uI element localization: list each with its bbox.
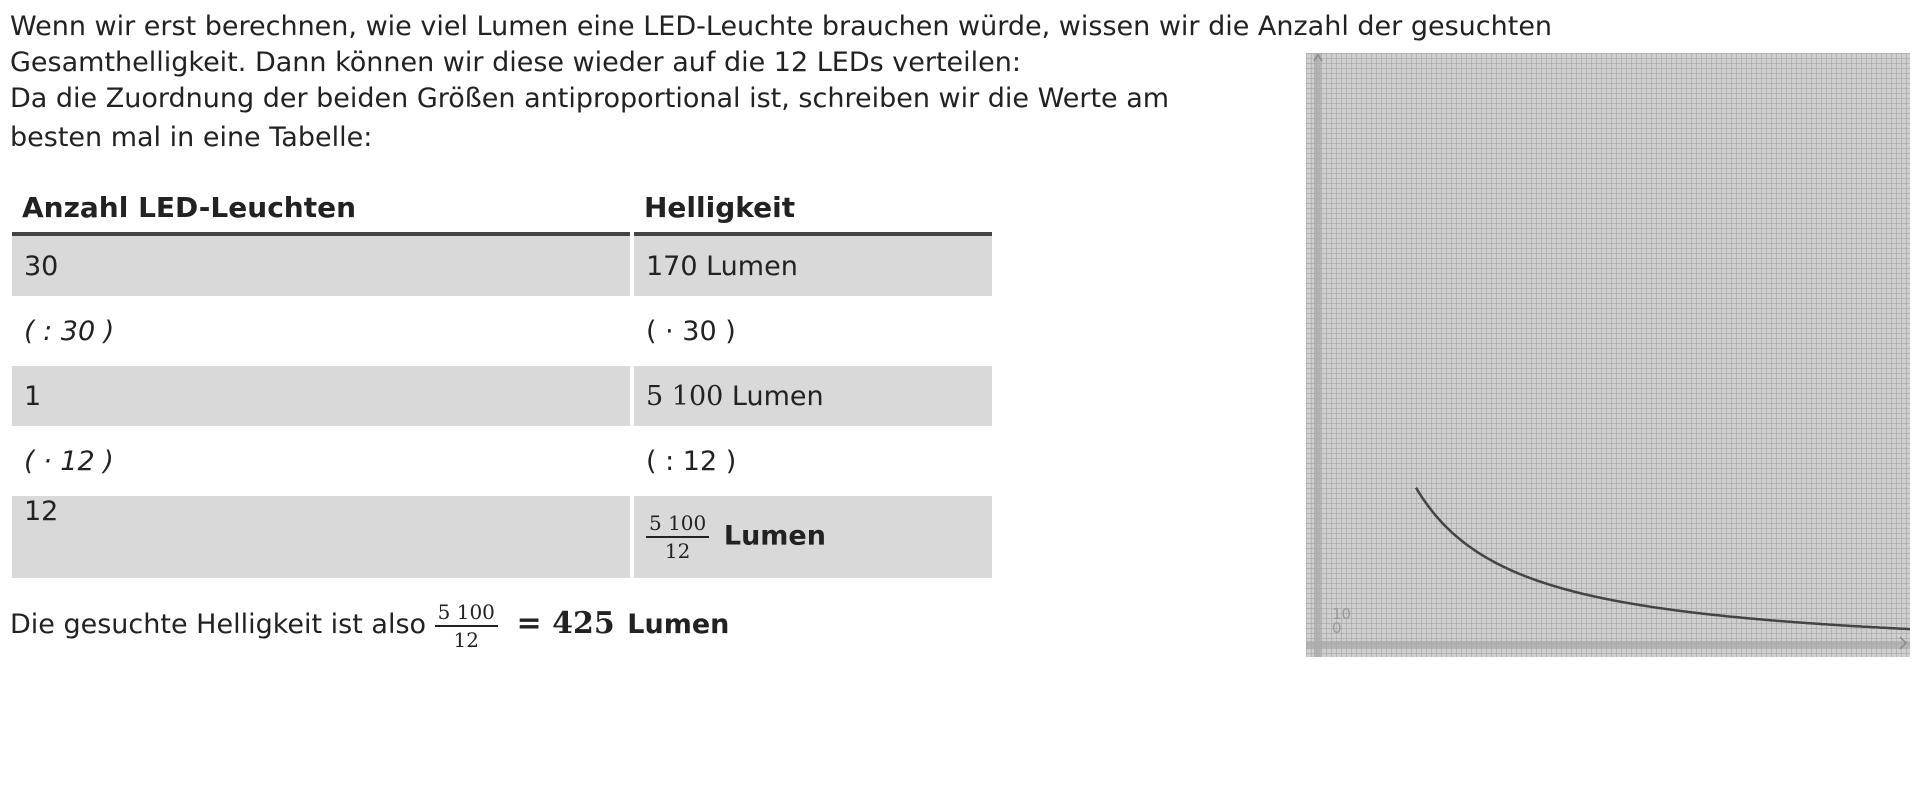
brightness-value: 5 100 <box>646 380 724 412</box>
intro-line-4: besten mal in eine Tabelle: <box>10 122 373 153</box>
y-axis <box>1314 53 1321 657</box>
intro-line-2: Gesamthelligkeit. Dann können wir diese … <box>10 47 1021 78</box>
cell-led-count: 1 <box>12 366 630 426</box>
intro-line-1: Wenn wir erst berechnen, wie viel Lumen … <box>10 11 1553 42</box>
table-row: ( · 12 ) ( : 12 ) <box>12 426 992 496</box>
hyperbola-curve <box>1414 487 1910 631</box>
intro-line-3: Da die Zuordnung der beiden Größen antip… <box>10 83 1170 114</box>
brightness-fraction: 5 100 12 <box>646 511 710 563</box>
fraction-numerator: 5 100 <box>646 511 710 538</box>
cell-led-count: 30 <box>12 236 630 296</box>
conclusion-fraction: 5 100 12 <box>434 600 498 652</box>
cell-operation: ( : 12 ) <box>646 445 737 477</box>
table-row: ( : 30 ) ( · 30 ) <box>12 296 992 366</box>
brightness-unit: Lumen <box>723 520 826 552</box>
fraction-numerator: 5 100 <box>434 600 498 627</box>
conclusion-sentence: Die gesuchte Helligkeit ist also 5 100 1… <box>10 598 729 652</box>
cell-brightness: 5 100 Lumen <box>634 366 992 426</box>
conclusion-result: = 425 <box>516 606 615 641</box>
cell-operation: ( · 30 ) <box>646 315 736 347</box>
hyperbola-graph: 10 0 <box>1306 53 1910 657</box>
x-axis <box>1306 641 1910 648</box>
cell-operation: ( : 30 ) <box>24 315 115 347</box>
conclusion-unit: Lumen <box>627 609 730 640</box>
cell-operation: ( · 12 ) <box>24 445 114 477</box>
graph-svg: 10 0 <box>1306 53 1910 657</box>
header-led-count: Anzahl LED-Leuchten <box>12 180 630 236</box>
proportion-table: Anzahl LED-Leuchten Helligkeit 30 170 Lu… <box>8 180 996 578</box>
cell-brightness: 5 100 12 Lumen <box>634 496 992 578</box>
axis-origin-label: 0 <box>1332 619 1342 637</box>
table-row: 1 5 100 Lumen <box>12 366 992 426</box>
table-row: 30 170 Lumen <box>12 236 992 296</box>
table-row: 12 5 100 12 Lumen <box>12 496 992 578</box>
conclusion-prefix: Die gesuchte Helligkeit ist also <box>10 609 427 640</box>
fraction-denominator: 12 <box>453 627 479 652</box>
fraction-denominator: 12 <box>664 539 691 563</box>
cell-brightness: 170 Lumen <box>634 236 992 296</box>
brightness-unit: Lumen <box>731 380 824 412</box>
table-header-row: Anzahl LED-Leuchten Helligkeit <box>12 180 992 236</box>
header-brightness: Helligkeit <box>634 180 992 236</box>
cell-led-count: 12 <box>12 496 630 578</box>
